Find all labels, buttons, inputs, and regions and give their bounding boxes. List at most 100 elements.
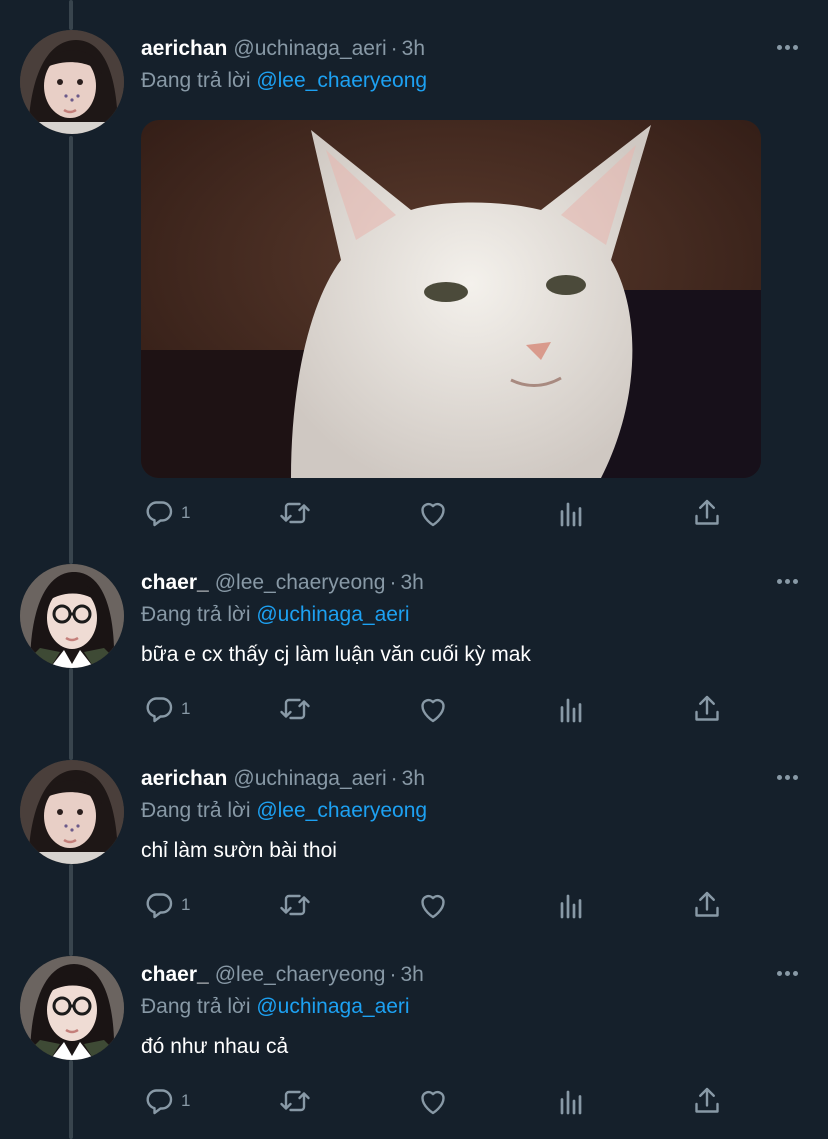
username[interactable]: @lee_chaeryeong — [215, 963, 386, 986]
more-icon[interactable] — [772, 762, 802, 792]
avatar-image — [20, 564, 124, 668]
retweet-icon — [280, 698, 310, 720]
tweet[interactable]: chaer_ @lee_chaeryeong · 3h Đang trả lời @u… — [0, 956, 828, 1139]
share-icon — [695, 695, 719, 721]
tweet[interactable]: chaer_ @lee_chaeryeong · 3h Đang trả lời @u… — [0, 564, 828, 746]
analytics-button[interactable] — [553, 1081, 589, 1121]
display-name[interactable]: chaer_ — [141, 963, 209, 986]
display-name[interactable]: aerichan — [141, 767, 227, 790]
avatar[interactable] — [20, 760, 124, 864]
username[interactable]: @uchinaga_aeri — [233, 37, 386, 60]
tweet[interactable]: aerichan @uchinaga_aeri · 3h Đang trả lời @… — [0, 0, 828, 550]
retweet-icon — [280, 1090, 310, 1112]
separator-dot: · — [390, 37, 398, 60]
share-button[interactable] — [689, 885, 725, 925]
replying-prefix: Đang trả lời — [141, 995, 251, 1018]
mention-link[interactable]: @lee_chaeryeong — [256, 799, 427, 822]
display-name[interactable]: chaer_ — [141, 571, 209, 594]
mention-link[interactable]: @uchinaga_aeri — [256, 603, 409, 626]
like-button[interactable] — [415, 689, 451, 729]
tweet[interactable]: aerichan @uchinaga_aeri · 3h Đang trả lời @… — [0, 760, 828, 942]
retweet-button[interactable] — [277, 885, 313, 925]
analytics-icon — [560, 502, 582, 527]
like-button[interactable] — [415, 885, 451, 925]
retweet-button[interactable] — [277, 1081, 313, 1121]
reply-button[interactable]: 1 — [141, 493, 190, 533]
reply-count: 1 — [181, 503, 191, 522]
more-icon[interactable] — [772, 958, 802, 988]
share-icon — [695, 891, 719, 917]
analytics-button[interactable] — [553, 493, 589, 533]
retweet-icon — [280, 894, 310, 916]
tweet-actions: 1 — [141, 1081, 741, 1121]
tweet-actions: 1 — [141, 493, 741, 533]
reply-button[interactable]: 1 — [141, 1081, 190, 1121]
tweet-text: chỉ làm sườn bài thoi — [141, 839, 337, 862]
replying-prefix: Đang trả lời — [141, 69, 251, 92]
share-button[interactable] — [689, 1081, 725, 1121]
reply-icon — [146, 501, 173, 527]
tweet-header: aerichan @uchinaga_aeri · 3h — [141, 32, 804, 66]
avatar-image — [20, 30, 124, 134]
cat-photo — [141, 120, 761, 478]
avatar[interactable] — [20, 30, 124, 134]
like-button[interactable] — [415, 493, 451, 533]
replying-to: Đang trả lời @lee_chaeryeong — [141, 66, 804, 96]
like-button[interactable] — [415, 1081, 451, 1121]
share-icon — [695, 1087, 719, 1113]
reply-icon — [146, 697, 173, 723]
mention-link[interactable]: @lee_chaeryeong — [256, 69, 427, 92]
more-icon[interactable] — [772, 32, 802, 62]
replying-to: Đang trả lời @lee_chaeryeong — [141, 796, 804, 826]
retweet-button[interactable] — [277, 689, 313, 729]
tweet-text: đó như nhau cả — [141, 1035, 289, 1058]
reply-button[interactable]: 1 — [141, 885, 190, 925]
tweet-header: aerichan @uchinaga_aeri · 3h — [141, 762, 804, 796]
avatar-image — [20, 760, 124, 864]
replying-prefix: Đang trả lời — [141, 799, 251, 822]
heart-icon — [421, 894, 445, 919]
tweet-actions: 1 — [141, 885, 741, 925]
mention-link[interactable]: @uchinaga_aeri — [256, 995, 409, 1018]
timestamp[interactable]: 3h — [402, 37, 425, 60]
separator-dot: · — [390, 767, 398, 790]
share-button[interactable] — [689, 689, 725, 729]
avatar-image — [20, 956, 124, 1060]
more-icon[interactable] — [772, 566, 802, 596]
reply-icon — [146, 1089, 173, 1115]
separator-dot: · — [389, 571, 397, 594]
replying-to: Đang trả lời @uchinaga_aeri — [141, 600, 804, 630]
separator-dot: · — [389, 963, 397, 986]
analytics-button[interactable] — [553, 885, 589, 925]
retweet-icon — [280, 502, 310, 524]
heart-icon — [421, 502, 445, 527]
username[interactable]: @uchinaga_aeri — [233, 767, 386, 790]
display-name[interactable]: aerichan — [141, 37, 227, 60]
username[interactable]: @lee_chaeryeong — [215, 571, 386, 594]
reply-count: 1 — [181, 699, 191, 718]
analytics-button[interactable] — [553, 689, 589, 729]
reply-button[interactable]: 1 — [141, 689, 190, 729]
share-button[interactable] — [689, 493, 725, 533]
heart-icon — [421, 698, 445, 723]
avatar[interactable] — [20, 564, 124, 668]
conversation-thread: aerichan @uchinaga_aeri · 3h Đang trả lời @… — [0, 0, 828, 1139]
timestamp[interactable]: 3h — [401, 963, 424, 986]
timestamp[interactable]: 3h — [401, 571, 424, 594]
tweet-media-image[interactable] — [141, 120, 761, 478]
reply-icon — [146, 893, 173, 919]
replying-to: Đang trả lời @uchinaga_aeri — [141, 992, 804, 1022]
analytics-icon — [560, 698, 582, 723]
tweet-actions: 1 — [141, 689, 741, 729]
analytics-icon — [560, 1090, 582, 1115]
replying-prefix: Đang trả lời — [141, 603, 251, 626]
retweet-button[interactable] — [277, 493, 313, 533]
reply-count: 1 — [181, 1091, 191, 1110]
tweet-text: bữa e cx thấy cj làm luận văn cuối kỳ ma… — [141, 643, 531, 666]
heart-icon — [421, 1090, 445, 1115]
analytics-icon — [560, 894, 582, 919]
timestamp[interactable]: 3h — [402, 767, 425, 790]
share-icon — [695, 499, 719, 525]
tweet-header: chaer_ @lee_chaeryeong · 3h — [141, 566, 804, 600]
avatar[interactable] — [20, 956, 124, 1060]
